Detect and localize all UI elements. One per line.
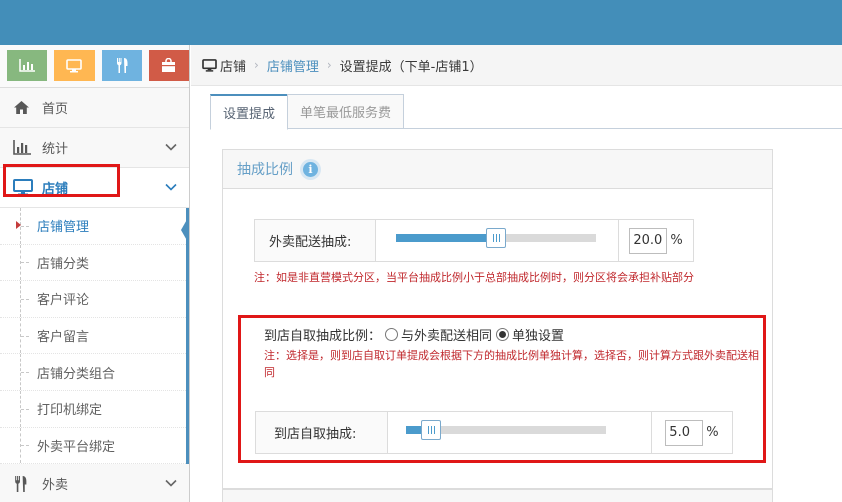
percent-unit: %: [670, 233, 683, 248]
sidebar-item-label: 外卖: [42, 478, 69, 494]
submenu-item-label: 店铺分类: [37, 256, 90, 272]
submenu-item-platform-binding[interactable]: 外卖平台绑定: [0, 427, 186, 465]
submenu-item-category-combo[interactable]: 店铺分类组合: [0, 354, 186, 391]
slider-fill: [396, 234, 497, 242]
delivery-commission-row: 外卖配送抽成: %: [254, 219, 694, 262]
utensils-icon: [13, 474, 35, 494]
chevron-right-icon: ›: [254, 58, 259, 72]
breadcrumb-current: 设置提成（下单-店铺1）: [339, 59, 483, 75]
submenu-item-label: 店铺分类组合: [37, 366, 116, 382]
home-icon: [13, 98, 35, 118]
delivery-commission-value: %: [619, 220, 693, 261]
shortcut-shop-button[interactable]: [148, 50, 189, 81]
active-marker-icon: [16, 221, 21, 229]
shortcut-stats-button[interactable]: [7, 50, 48, 81]
bar-chart-icon: [19, 59, 36, 72]
chevron-down-icon: [165, 183, 177, 191]
highlight-box-store-management: [3, 164, 120, 197]
sidebar-item-label: 首页: [42, 102, 69, 117]
sidebar-item-stats[interactable]: 统计: [0, 128, 189, 168]
active-arrow: [181, 216, 189, 244]
utensils-icon: [116, 58, 128, 73]
submenu-item-label: 客户评论: [37, 293, 90, 309]
sidebar-item-home[interactable]: 首页: [0, 88, 189, 128]
highlight-box-pickup-section: [238, 315, 766, 463]
submenu-item-label: 客户留言: [37, 330, 90, 346]
sidebar: 首页 统计 店铺 店铺管理 店铺分类 客户评论 客户留言 店铺分类组合 打印机绑…: [0, 45, 190, 502]
store-submenu: 店铺管理 店铺分类 客户评论 客户留言 店铺分类组合 打印机绑定 外卖平台绑定: [0, 208, 189, 465]
breadcrumb-parent-link[interactable]: 店铺管理: [267, 56, 319, 75]
submenu-item-label: 外卖平台绑定: [37, 439, 116, 455]
tab-bar: 设置提成 单笔最低服务费: [210, 94, 842, 130]
chevron-right-icon: ›: [326, 58, 332, 72]
submenu-item-customer-reviews[interactable]: 客户评论: [0, 281, 186, 318]
panel-header: 抽成比例 i: [223, 150, 772, 189]
shopping-bag-icon: [162, 58, 176, 72]
delivery-commission-label: 外卖配送抽成:: [255, 220, 377, 261]
panel-title: 抽成比例: [237, 162, 293, 178]
sidebar-shortcuts: [0, 45, 189, 88]
delivery-commission-input[interactable]: [629, 227, 668, 254]
shortcut-store-button[interactable]: [54, 50, 95, 81]
slider-handle[interactable]: [486, 228, 507, 248]
sidebar-item-takeout[interactable]: 外卖: [0, 464, 189, 502]
top-navbar: [0, 0, 842, 45]
tab-min-service-fee[interactable]: 单笔最低服务费: [287, 94, 405, 129]
tab-commission-settings[interactable]: 设置提成: [210, 94, 289, 130]
breadcrumb: 店铺 › 店铺管理 › 设置提成（下单-店铺1）: [191, 45, 842, 86]
bar-chart-icon: [13, 138, 35, 158]
submenu-item-printer-binding[interactable]: 打印机绑定: [0, 390, 186, 428]
submenu-item-label: 打印机绑定: [37, 403, 103, 419]
slider-track: [396, 228, 597, 248]
info-icon[interactable]: i: [300, 158, 321, 180]
chevron-down-icon: [165, 480, 177, 487]
desktop-icon: [202, 58, 217, 72]
desktop-icon: [66, 58, 83, 72]
submenu-item-store-management[interactable]: 店铺管理: [0, 208, 189, 245]
shortcut-takeout-button[interactable]: [101, 50, 142, 81]
sidebar-item-label: 统计: [42, 142, 69, 157]
next-panel-edge: [222, 489, 773, 502]
delivery-note: 注：如是非直营模式分区，当平台抽成比例小于总部抽成比例时，则分区将会承担补贴部分: [254, 271, 694, 284]
submenu-item-store-category[interactable]: 店铺分类: [0, 244, 186, 282]
chevron-down-icon: [165, 143, 177, 151]
submenu-item-customer-messages[interactable]: 客户留言: [0, 317, 186, 355]
submenu-item-label: 店铺管理: [37, 220, 90, 236]
delivery-commission-slider[interactable]: [376, 220, 620, 261]
breadcrumb-home[interactable]: 店铺: [220, 56, 246, 75]
